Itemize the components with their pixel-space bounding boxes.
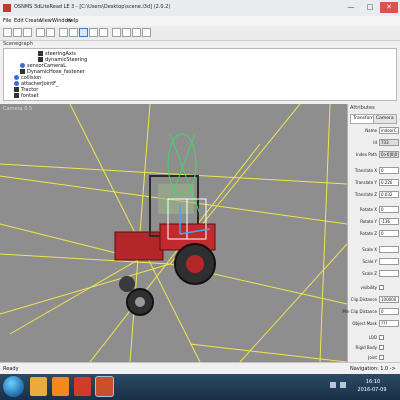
file-explorer-icon[interactable] xyxy=(30,377,47,396)
play-icon[interactable] xyxy=(142,28,151,37)
attr-rotate-z: Rotate Z0 xyxy=(348,230,400,238)
node-icon xyxy=(38,57,43,62)
app-icon xyxy=(3,4,11,12)
scene-render xyxy=(0,104,347,362)
clock-time[interactable]: 16:10 xyxy=(356,379,390,385)
visibility-checkbox[interactable] xyxy=(379,285,384,290)
tractor-model xyxy=(114,175,216,316)
tab-camera[interactable]: Camera xyxy=(373,114,397,124)
attr-translate-x: Translate X0 xyxy=(348,167,400,175)
attr-value-field[interactable]: -136 xyxy=(379,218,399,225)
vlc-icon[interactable] xyxy=(52,377,69,396)
rigid-body-checkbox[interactable] xyxy=(379,345,384,350)
node-icon xyxy=(20,63,25,68)
attr-scale-y: Scale Y xyxy=(348,258,400,266)
attr-rigid-body: Rigid Body xyxy=(348,344,400,352)
attr-value-field[interactable]: 0 xyxy=(379,167,399,174)
3d-viewport[interactable]: Camera 0.5 xyxy=(0,104,347,362)
redo-icon[interactable] xyxy=(46,28,55,37)
node-icon xyxy=(14,75,19,80)
attr-rotate-y: Rotate Y -136 xyxy=(348,218,400,226)
menu-bar: File Edit Create View Window Help xyxy=(0,16,400,26)
attr-value-field[interactable]: indoorC... xyxy=(379,127,399,134)
menu-view[interactable]: View xyxy=(40,18,52,24)
attr-scale-x: Scale X xyxy=(348,246,400,254)
minimize-button[interactable]: — xyxy=(342,2,360,13)
attr-translate-y: Translate Y 0.226 xyxy=(348,179,400,187)
scale-tool-icon[interactable] xyxy=(89,28,98,37)
attr-value-field[interactable]: 0 xyxy=(379,308,399,315)
undo-icon[interactable] xyxy=(36,28,45,37)
giants-editor-icon[interactable] xyxy=(96,377,113,396)
clock-date[interactable]: 2016-07-09 xyxy=(352,387,392,393)
snap-icon[interactable] xyxy=(99,28,108,37)
attr-visibility: visibility xyxy=(348,284,400,292)
save-icon[interactable] xyxy=(23,28,32,37)
joint-checkbox[interactable] xyxy=(379,355,384,360)
select-tool-icon[interactable] xyxy=(59,28,68,37)
attr-object-mask: Object Mask??? xyxy=(348,320,400,328)
attr-value-field[interactable]: 100000 xyxy=(379,296,399,303)
attr-value-field[interactable]: 0.032 xyxy=(379,191,399,198)
volume-icon[interactable] xyxy=(340,382,346,388)
attr-clip-distance: Clip Distance 100000 xyxy=(348,296,400,304)
tree-item[interactable]: fontset xyxy=(14,93,39,99)
attr-index-path: Index Path 0>0|0|0 xyxy=(355,151,399,158)
menu-file[interactable]: File xyxy=(3,18,11,24)
attr-lod: LOD xyxy=(348,334,400,342)
attr-min-clip-distance: Min Clip Distance 0 xyxy=(342,308,400,316)
title-bar: OSNMS 3dLiteRead LE 3 - [C:\Users\Deskto… xyxy=(0,0,400,17)
scenegraph-label: Scenegraph xyxy=(3,41,33,47)
network-icon[interactable] xyxy=(330,382,336,388)
attr-id: Id 733 xyxy=(348,139,400,147)
lod-checkbox[interactable] xyxy=(379,335,384,340)
opera-icon[interactable] xyxy=(74,377,91,396)
toolbar xyxy=(0,26,400,41)
attr-scale-z: Scale Z xyxy=(348,270,400,278)
camera-icon[interactable] xyxy=(112,28,121,37)
attr-name: Name indoorC... xyxy=(365,127,399,134)
maximize-button[interactable]: □ xyxy=(361,2,379,13)
scenegraph-tree[interactable]: steeringAxis dynamicSteering sensorCamer… xyxy=(3,48,397,101)
move-tool-icon[interactable] xyxy=(69,28,78,37)
taskbar: 16:10 2016-07-09 xyxy=(0,374,400,400)
attributes-panel: Attributes Transform Camera Name indoorC.… xyxy=(342,104,400,362)
attributes-header: Attributes xyxy=(350,105,375,111)
attr-rotate-x: Rotate X0 xyxy=(348,206,400,214)
navigation-status: Navigation: 1.0 -> xyxy=(350,366,396,372)
menu-help[interactable]: Help xyxy=(67,18,78,24)
node-icon xyxy=(14,81,19,86)
grid-icon[interactable] xyxy=(132,28,141,37)
attr-value-field[interactable] xyxy=(379,270,399,277)
attr-value-field[interactable]: ??? xyxy=(379,320,399,327)
open-folder-icon[interactable] xyxy=(13,28,22,37)
node-icon xyxy=(38,51,43,56)
attr-joint: Joint xyxy=(348,354,400,362)
attr-value-field[interactable]: 0 xyxy=(379,206,399,213)
start-button[interactable] xyxy=(3,376,24,397)
light-icon[interactable] xyxy=(122,28,131,37)
attr-value-field: 733 xyxy=(379,139,399,146)
attr-value-field[interactable] xyxy=(379,246,399,253)
rotate-tool-icon[interactable] xyxy=(79,28,88,37)
node-icon xyxy=(14,87,19,92)
status-text: Ready xyxy=(3,366,19,372)
menu-edit[interactable]: Edit xyxy=(14,18,24,24)
close-button[interactable]: ✕ xyxy=(380,2,398,13)
attr-translate-z: Translate Z 0.032 xyxy=(348,191,400,199)
window-title: OSNMS 3dLiteRead LE 3 - [C:\Users\Deskto… xyxy=(14,4,171,10)
new-file-icon[interactable] xyxy=(3,28,12,37)
attr-value-field[interactable]: 0.226 xyxy=(379,179,399,186)
node-icon xyxy=(20,69,25,74)
node-icon xyxy=(14,93,19,98)
attr-value-field[interactable]: 0 xyxy=(379,230,399,237)
attr-value-field[interactable] xyxy=(379,258,399,265)
attr-value-field: 0>0|0|0 xyxy=(379,151,399,158)
